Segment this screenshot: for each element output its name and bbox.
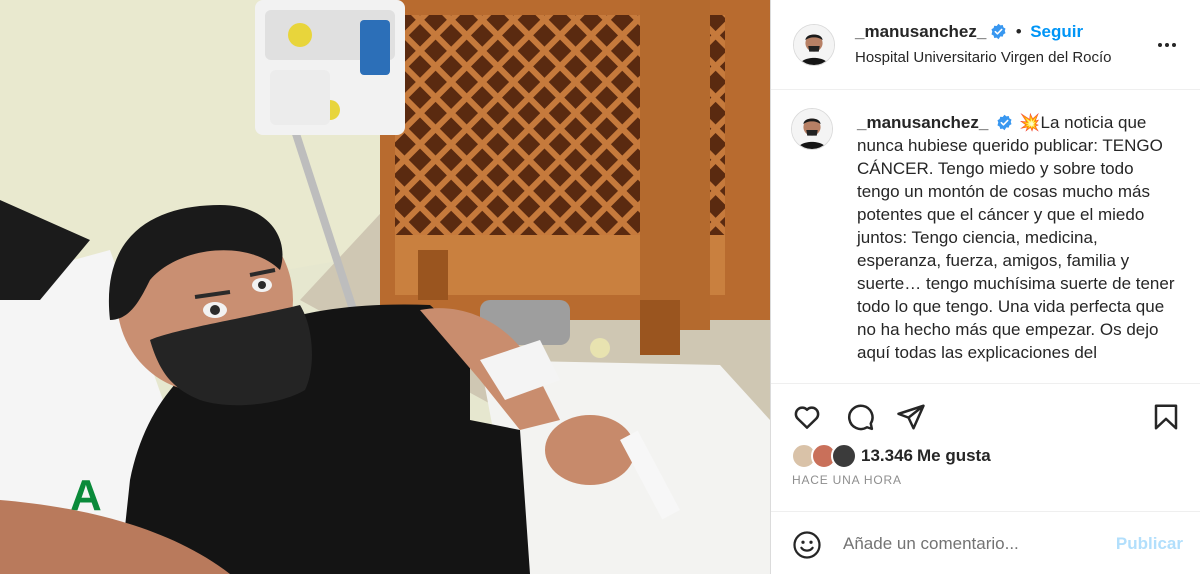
paper-plane-icon[interactable]: [896, 402, 926, 432]
caption-body: La noticia que nunca hubiese querido pub…: [857, 113, 1175, 362]
liker-avatar: [831, 443, 857, 469]
comment-input[interactable]: [843, 530, 1093, 558]
smiley-icon[interactable]: [792, 530, 822, 560]
caption-section: _manusanchez_ 💥La noticia que nunca hubie…: [771, 91, 1200, 383]
post-side-panel: _manusanchez_ • Seguir Hospital Universi…: [770, 0, 1200, 574]
caption-emoji: 💥: [1019, 113, 1041, 132]
post-timestamp[interactable]: HACE UNA HORA: [792, 473, 902, 487]
location-link[interactable]: Hospital Universitario Virgen del Rocío: [855, 49, 1145, 66]
post-header: _manusanchez_ • Seguir Hospital Universi…: [771, 0, 1200, 90]
caption-username[interactable]: _manusanchez_: [857, 113, 988, 132]
comment-bar: Publicar: [771, 511, 1200, 574]
hospital-selfie-image: A: [0, 0, 770, 574]
username-link[interactable]: _manusanchez_: [855, 22, 986, 41]
publish-button[interactable]: Publicar: [1116, 534, 1183, 554]
likes-number: 13.346: [861, 446, 913, 465]
post-photo[interactable]: A: [0, 0, 770, 574]
post-actions: 13.346 Me gusta HACE UNA HORA: [771, 383, 1200, 511]
verified-badge-icon: [991, 23, 1006, 40]
verified-badge-icon: [997, 114, 1012, 131]
follow-button[interactable]: Seguir: [1030, 22, 1083, 41]
likes-label: Me gusta: [917, 446, 991, 465]
likes-count[interactable]: 13.346 Me gusta: [861, 446, 991, 466]
heart-icon[interactable]: [792, 402, 822, 432]
caption-avatar[interactable]: [791, 108, 833, 150]
dot-separator: •: [1015, 22, 1022, 41]
more-options-icon[interactable]: [1155, 33, 1179, 57]
comment-bubble-icon[interactable]: [845, 402, 875, 432]
caption-text: _manusanchez_ 💥La noticia que nunca hubie…: [857, 111, 1175, 364]
avatar[interactable]: [793, 24, 835, 66]
header-user-line: _manusanchez_ • Seguir: [855, 22, 1083, 42]
bookmark-icon[interactable]: [1151, 402, 1181, 432]
likers-avatars[interactable]: [791, 443, 859, 469]
